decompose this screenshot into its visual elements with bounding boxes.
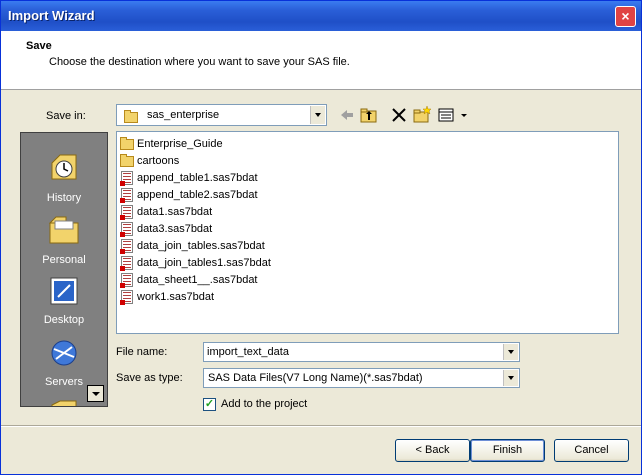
servers-icon — [51, 340, 77, 366]
sas-data-file-icon — [119, 255, 135, 271]
place-desktop[interactable]: Desktop — [21, 273, 107, 326]
file-name-label: File name: — [116, 346, 168, 358]
file-name: data1.sas7bdat — [137, 205, 213, 218]
sas-data-file-icon — [119, 187, 135, 203]
window-title: Import Wizard — [8, 8, 95, 23]
file-name: data_join_tables.sas7bdat — [137, 239, 265, 252]
sas-data-file-icon — [119, 170, 135, 186]
folder-icon — [119, 153, 135, 169]
file-name: append_table2.sas7bdat — [137, 188, 258, 201]
new-folder-icon[interactable] — [412, 105, 432, 125]
file-list-item[interactable]: data_join_tables.sas7bdat — [119, 237, 265, 254]
file-name: data3.sas7bdat — [137, 222, 213, 235]
sas-data-file-icon — [119, 204, 135, 220]
view-menu-icon[interactable] — [437, 105, 469, 125]
places-scroll-down-button[interactable] — [87, 385, 104, 402]
file-list-item[interactable]: append_table2.sas7bdat — [119, 186, 258, 203]
sas-data-file-icon — [119, 238, 135, 254]
title-bar: Import Wizard × — [1, 1, 641, 31]
place-servers[interactable]: Servers — [21, 335, 107, 388]
file-name: cartoons — [137, 154, 180, 167]
place-label: Personal — [42, 254, 86, 266]
step-description: Choose the destination where you want to… — [49, 56, 350, 68]
file-list-item[interactable]: data1.sas7bdat — [119, 203, 212, 220]
file-list-item[interactable]: data_join_tables1.sas7bdat — [119, 254, 271, 271]
chevron-down-icon[interactable] — [310, 106, 325, 124]
file-name: Enterprise_Guide — [137, 137, 223, 150]
file-name-input[interactable]: import_text_data — [203, 342, 520, 362]
save-as-type-dropdown[interactable]: SAS Data Files(V7 Long Name)(*.sas7bdat) — [203, 368, 520, 388]
place-label: Desktop — [43, 314, 85, 326]
file-list-item[interactable]: data_sheet1__.sas7bdat — [119, 271, 258, 288]
import-wizard-window: Import Wizard × Save Choose the destinat… — [0, 0, 642, 475]
close-button[interactable]: × — [615, 6, 636, 27]
folder-icon — [51, 400, 77, 406]
save-as-type-value: SAS Data Files(V7 Long Name)(*.sas7bdat) — [208, 372, 423, 384]
file-name-value: import_text_data — [207, 346, 289, 358]
wizard-header: Save Choose the destination where you wa… — [1, 31, 641, 90]
add-to-project-label: Add to the project — [221, 398, 308, 410]
file-list-item[interactable]: data3.sas7bdat — [119, 220, 212, 237]
personal-folder-icon — [48, 216, 79, 244]
add-to-project-checkbox[interactable]: ✓ — [203, 398, 216, 411]
places-bar: History Personal Desktop Servers — [20, 132, 108, 407]
back-button[interactable]: < Back — [395, 439, 470, 462]
file-list-item[interactable]: work1.sas7bdat — [119, 288, 214, 305]
folder-icon — [119, 136, 135, 152]
desktop-icon — [50, 277, 78, 305]
file-list-item[interactable]: Enterprise_Guide — [119, 135, 223, 152]
file-name: data_sheet1__.sas7bdat — [137, 273, 258, 286]
divider — [1, 425, 641, 427]
save-as-type-label: Save as type: — [116, 372, 183, 384]
sas-data-file-icon — [119, 289, 135, 305]
place-history[interactable]: History — [21, 151, 107, 204]
file-name: data_join_tables1.sas7bdat — [137, 256, 271, 269]
delete-icon[interactable] — [389, 105, 409, 125]
file-name: append_table1.sas7bdat — [137, 171, 258, 184]
up-one-level-icon[interactable] — [359, 105, 379, 125]
file-name: work1.sas7bdat — [137, 290, 215, 303]
chevron-down-icon[interactable] — [503, 344, 518, 360]
chevron-down-icon — [92, 392, 100, 396]
sas-data-file-icon — [119, 221, 135, 237]
save-in-dropdown[interactable]: sas_enterprise — [116, 104, 327, 126]
sas-data-file-icon — [119, 272, 135, 288]
chevron-down-icon[interactable] — [503, 370, 518, 386]
folder-icon — [123, 109, 139, 123]
file-list-item[interactable]: cartoons — [119, 152, 179, 169]
cancel-button[interactable]: Cancel — [554, 439, 629, 462]
save-in-value: sas_enterprise — [147, 109, 220, 121]
save-in-label: Save in: — [46, 110, 86, 122]
file-list[interactable]: Enterprise_Guide cartoons append_table1.sa… — [116, 131, 619, 334]
history-icon — [51, 154, 77, 180]
place-label: History — [46, 192, 82, 204]
step-title: Save — [26, 40, 52, 52]
place-personal[interactable]: Personal — [21, 213, 107, 266]
back-arrow-icon[interactable] — [337, 105, 357, 125]
file-list-item[interactable]: append_table1.sas7bdat — [119, 169, 258, 186]
finish-button[interactable]: Finish — [470, 439, 545, 462]
